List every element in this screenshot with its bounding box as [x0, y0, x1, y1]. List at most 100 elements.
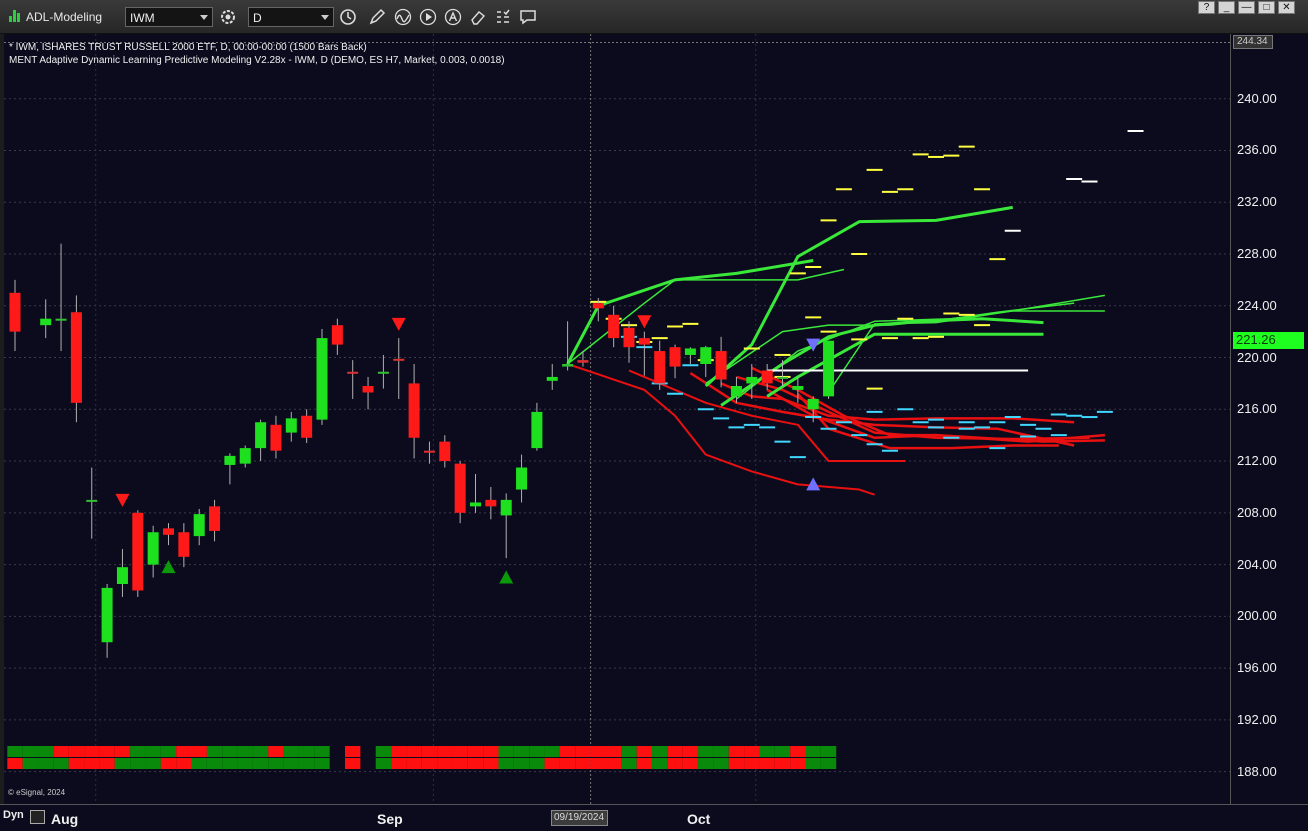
strip-block: [53, 758, 69, 769]
dyn-label: Dyn: [3, 809, 24, 821]
candle-body: [761, 370, 773, 384]
price-tick-label: 208.00: [1237, 504, 1277, 520]
strip-block: [759, 746, 775, 757]
dyn-toggle[interactable]: [30, 810, 45, 824]
strip-block: [452, 758, 468, 769]
minimize-button[interactable]: —: [1238, 1, 1255, 14]
strip-block: [682, 758, 699, 769]
time-label-aug: Aug: [51, 811, 79, 827]
signal-up-triangle: [161, 560, 176, 574]
candle-body: [531, 411, 543, 449]
forecast-up-line: [766, 332, 1044, 398]
legend-study-line: MENT Adaptive Dynamic Learning Predictiv…: [9, 55, 505, 66]
minimize-all-button[interactable]: _: [1218, 1, 1235, 14]
chevron-down-icon: [321, 15, 329, 20]
play-icon[interactable]: [418, 7, 438, 27]
strip-block: [406, 758, 422, 769]
chart-canvas: [4, 34, 1230, 804]
time-label-sep: Sep: [377, 811, 403, 827]
strip-block: [467, 746, 484, 757]
strip-block: [283, 746, 299, 757]
strip-block: [498, 758, 514, 769]
close-button[interactable]: ✕: [1278, 1, 1295, 14]
candle-body: [470, 502, 481, 507]
strip-block: [84, 758, 100, 769]
strip-block: [314, 758, 330, 769]
candle-body: [592, 303, 604, 309]
strip-block: [421, 758, 438, 769]
strip-block: [483, 746, 499, 757]
strip-block: [191, 758, 207, 769]
strip-block: [375, 746, 392, 757]
price-tick-label: 232.00: [1237, 194, 1277, 210]
strip-block: [237, 758, 253, 769]
strip-block: [298, 758, 315, 769]
interval-combo[interactable]: D: [248, 7, 334, 27]
strip-block: [145, 758, 161, 769]
pencil-draw-icon[interactable]: [367, 7, 387, 27]
candle-body: [807, 398, 819, 410]
strip-block: [268, 746, 284, 757]
strip-block: [559, 758, 576, 769]
candle-body: [362, 386, 374, 393]
candle-body: [116, 567, 128, 584]
candle-body: [255, 422, 267, 449]
alert-a-icon[interactable]: [443, 7, 463, 27]
candle-body: [439, 441, 451, 462]
chart-legend: * IWM, ISHARES TRUST RUSSELL 2000 ETF, D…: [9, 41, 505, 67]
symbol-combo[interactable]: IWM: [125, 7, 213, 27]
strip-block: [467, 758, 484, 769]
strip-block: [437, 746, 453, 757]
strip-block: [544, 746, 560, 757]
legend-symbol-line: * IWM, ISHARES TRUST RUSSELL 2000 ETF, D…: [9, 42, 367, 53]
forecast-down-line: [720, 382, 1075, 424]
signal-down-triangle: [637, 315, 652, 329]
strip-block: [774, 758, 791, 769]
strip-block: [268, 758, 284, 769]
price-tick-label: 196.00: [1237, 660, 1277, 676]
strip-block: [774, 746, 791, 757]
strip-block: [636, 758, 653, 769]
candle-body: [638, 338, 650, 345]
candle-body: [86, 499, 98, 502]
strip-block: [53, 746, 69, 757]
strip-block: [68, 746, 85, 757]
strip-block: [575, 746, 591, 757]
strip-block: [820, 746, 837, 757]
price-tick-label: 188.00: [1237, 763, 1277, 779]
candle-body: [377, 371, 389, 374]
strip-block: [114, 746, 131, 757]
candle-body: [316, 338, 328, 420]
price-chart[interactable]: * IWM, ISHARES TRUST RUSSELL 2000 ETF, D…: [4, 34, 1230, 804]
eraser-icon[interactable]: [468, 7, 488, 27]
strip-block: [559, 746, 576, 757]
properties-list-icon[interactable]: [493, 7, 513, 27]
price-axis[interactable]: 240.00 236.00 232.00 228.00 224.00 220.00 216.…: [1230, 34, 1308, 804]
candle-body: [684, 348, 696, 355]
candle-body: [40, 318, 52, 326]
window-title: ADL-Modeling: [26, 10, 103, 24]
symbol-settings-gear-icon[interactable]: [218, 7, 238, 27]
study-wave-icon[interactable]: [393, 7, 413, 27]
interval-clock-icon[interactable]: [338, 7, 358, 27]
strip-block: [252, 746, 269, 757]
candle-body: [193, 514, 205, 537]
candle-body: [454, 463, 466, 513]
strip-block: [191, 746, 207, 757]
candle-body: [132, 512, 144, 591]
help-button[interactable]: ?: [1198, 1, 1215, 14]
strip-block: [206, 758, 223, 769]
strip-block: [652, 758, 668, 769]
candle-body: [423, 450, 435, 453]
strip-block: [513, 758, 530, 769]
maximize-button[interactable]: □: [1258, 1, 1275, 14]
time-label-oct: Oct: [687, 811, 711, 827]
price-tick-label: 192.00: [1237, 711, 1277, 727]
price-tick-label: 228.00: [1237, 246, 1277, 261]
strip-block: [421, 746, 438, 757]
time-axis[interactable]: Dyn Aug Sep Oct 09/19/2024: [0, 804, 1308, 831]
comment-icon[interactable]: [518, 7, 538, 27]
strip-block: [652, 746, 668, 757]
strip-block: [206, 746, 223, 757]
strip-block: [529, 746, 545, 757]
